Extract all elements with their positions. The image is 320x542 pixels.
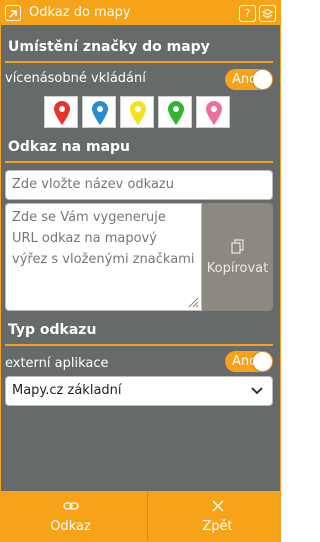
toggle-knob: [253, 352, 272, 371]
toggle-knob: [253, 70, 272, 89]
markers-section-title: Umístění značky do mapy: [8, 39, 210, 55]
green-marker-icon: [168, 101, 184, 125]
red-marker-icon: [54, 101, 70, 125]
multi-insert-label: vícenásobné vkládání: [5, 71, 146, 86]
help-button[interactable]: ?: [239, 5, 256, 22]
multi-insert-toggle[interactable]: Ano: [225, 69, 273, 90]
section-divider: [5, 61, 273, 63]
red-marker-button[interactable]: [44, 96, 78, 128]
yellow-marker-button[interactable]: [120, 96, 154, 128]
link-panel: Odkaz do mapy ? Umístění značky do mapy …: [0, 0, 281, 542]
back-button-label: Zpět: [202, 519, 233, 534]
panel-title: Odkaz do mapy: [29, 5, 131, 20]
external-link-icon: [5, 5, 21, 21]
pink-marker-icon: [206, 101, 222, 125]
chevron-down-icon: [251, 387, 263, 395]
link-button-label: Odkaz: [50, 519, 91, 534]
pink-marker-button[interactable]: [196, 96, 230, 128]
layers-icon: [261, 8, 274, 19]
copy-icon: [231, 239, 244, 254]
copy-label: Kopírovat: [206, 261, 269, 276]
yellow-marker-icon: [130, 101, 146, 125]
footer-bar: Odkaz Zpět: [1, 491, 280, 541]
link-button[interactable]: Odkaz: [1, 491, 140, 541]
section-divider: [5, 161, 273, 163]
section-divider: [5, 344, 273, 346]
selected-map-value: Mapy.cz základní: [12, 383, 122, 398]
help-icon: ?: [244, 7, 251, 20]
blue-marker-button[interactable]: [82, 96, 116, 128]
resize-handle-icon: [188, 297, 199, 308]
type-section-title: Typ odkazu: [8, 322, 97, 338]
external-app-toggle[interactable]: Ano: [225, 351, 273, 372]
link-icon: [62, 502, 79, 510]
link-section-title: Odkaz na mapu: [8, 139, 131, 155]
external-app-label: externí aplikace: [5, 356, 109, 371]
green-marker-button[interactable]: [158, 96, 192, 128]
map-type-select[interactable]: Mapy.cz základní: [5, 376, 273, 406]
link-name-input[interactable]: Zde vložte název odkazu: [5, 170, 273, 200]
copy-button[interactable]: Kopírovat: [202, 203, 273, 311]
title-bar: Odkaz do mapy ?: [1, 1, 280, 25]
url-output-textarea[interactable]: Zde se Vám vygeneruje URL odkaz na mapov…: [5, 203, 202, 311]
url-placeholder: Zde se Vám vygeneruje URL odkaz na mapov…: [12, 210, 195, 267]
close-icon: [212, 500, 223, 512]
back-button[interactable]: Zpět: [148, 491, 287, 541]
blue-marker-icon: [92, 101, 108, 125]
layers-button[interactable]: [259, 5, 276, 22]
